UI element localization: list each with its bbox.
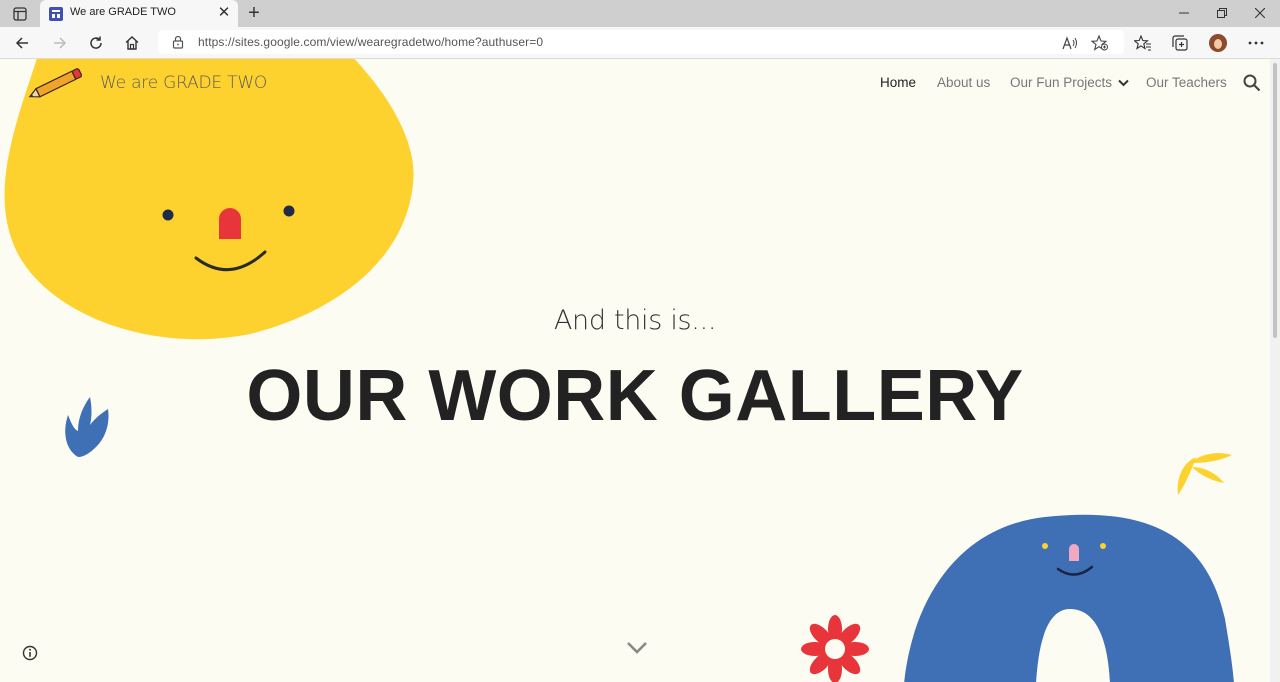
back-button[interactable] (10, 31, 34, 55)
forward-button[interactable] (48, 31, 72, 55)
refresh-icon (90, 36, 102, 49)
search-icon[interactable] (1242, 73, 1262, 93)
home-button[interactable] (120, 31, 144, 55)
nav-about-us[interactable]: About us (937, 75, 990, 90)
address-bar: https://sites.google.com/view/wearegrade… (0, 27, 1280, 59)
collections-icon (1172, 35, 1188, 51)
site-page: We are GRADE TWO Home About us Our Fun P… (0, 59, 1270, 682)
minimize-icon (1179, 12, 1189, 14)
chevron-down-icon[interactable] (626, 641, 648, 655)
red-flower-illustration (801, 615, 869, 682)
nav-our-teachers-label[interactable]: Our Teachers (1146, 75, 1227, 90)
tab-actions-button[interactable] (8, 4, 32, 24)
avatar (1209, 34, 1227, 52)
profile-button[interactable] (1206, 31, 1230, 55)
restore-icon (1217, 8, 1227, 18)
pencil-icon (28, 68, 83, 98)
info-icon[interactable] (22, 645, 38, 661)
tab-title: We are GRADE TWO (70, 6, 176, 18)
nav-about-us-label[interactable]: About us (937, 75, 990, 90)
new-tab-button[interactable]: + (244, 3, 264, 23)
home-icon (125, 36, 139, 50)
minimize-button[interactable] (1170, 3, 1198, 23)
tab-close-icon[interactable]: ✕ (216, 5, 232, 21)
star-add-icon (1091, 35, 1108, 51)
tab-actions-icon (13, 7, 27, 21)
nav-our-fun-projects[interactable]: Our Fun Projects (1010, 75, 1129, 90)
hero-subtitle: And this is... (553, 305, 717, 336)
lock-icon[interactable] (172, 35, 184, 49)
blue-arch-creature-illustration (904, 514, 1234, 682)
add-favorite-button[interactable] (1090, 34, 1110, 52)
forward-arrow-icon (54, 37, 67, 49)
page-scrollbar[interactable] (1270, 59, 1280, 682)
collections-button[interactable] (1168, 31, 1192, 55)
restore-button[interactable] (1208, 3, 1236, 23)
scrollbar-thumb[interactable] (1273, 63, 1277, 338)
chevron-down-icon[interactable] (1118, 79, 1129, 87)
yellow-leaves-illustration (1177, 453, 1232, 495)
close-window-button[interactable] (1246, 3, 1274, 23)
more-dots-icon (1248, 41, 1264, 45)
refresh-button[interactable] (84, 31, 108, 55)
nav-our-teachers[interactable]: Our Teachers (1146, 75, 1227, 90)
settings-more-button[interactable] (1244, 31, 1268, 55)
url-text[interactable]: https://sites.google.com/view/wearegrade… (198, 35, 543, 49)
read-aloud-button[interactable] (1060, 34, 1080, 52)
nav-our-fun-projects-label[interactable]: Our Fun Projects (1010, 75, 1112, 90)
hero-headline: OUR WORK GALLERY (246, 356, 1024, 436)
nav-home[interactable]: Home (880, 75, 916, 90)
favorites-button[interactable] (1131, 31, 1155, 55)
browser-tab-bar: We are GRADE TWO ✕ + (0, 0, 1280, 27)
site-title[interactable]: We are GRADE TWO (100, 73, 267, 93)
nav-home-label[interactable]: Home (880, 75, 916, 90)
url-field[interactable]: https://sites.google.com/view/wearegrade… (158, 30, 1124, 54)
browser-tab[interactable]: We are GRADE TWO ✕ (40, 0, 238, 27)
read-aloud-icon (1062, 36, 1077, 50)
back-arrow-icon (15, 37, 28, 49)
google-sites-favicon-icon (49, 7, 63, 21)
favorites-icon (1134, 35, 1151, 51)
close-icon (1255, 8, 1265, 18)
